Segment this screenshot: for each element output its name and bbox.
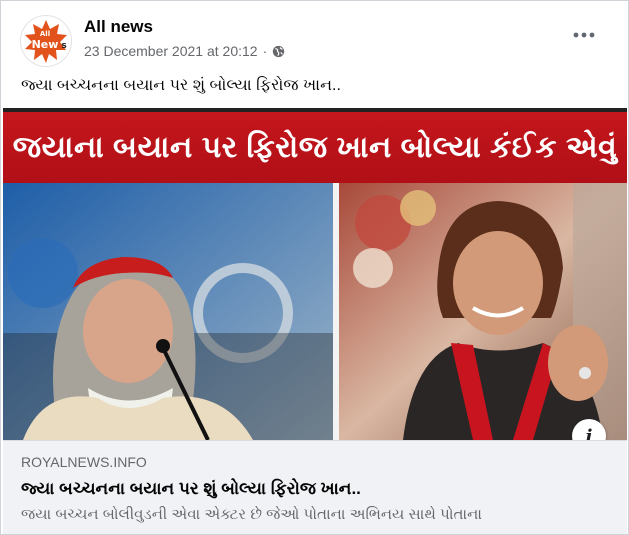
more-horizontal-icon	[573, 32, 595, 38]
svg-text:New: New	[32, 38, 59, 51]
page-avatar[interactable]: All New s	[20, 15, 72, 67]
link-title[interactable]: જ્યા બચ્ચનના બયાન પર શું બોલ્યા ફિરોજ ખા…	[21, 479, 361, 499]
link-domain: ROYALNEWS.INFO	[21, 454, 147, 470]
news-photo-collage	[3, 183, 627, 440]
all-news-logo-icon: All New s	[21, 16, 71, 66]
more-options-button[interactable]	[569, 23, 599, 47]
page-name-link[interactable]: All news	[84, 17, 153, 37]
post-meta: 23 December 2021 at 20:12 ·	[84, 43, 285, 59]
post-timestamp[interactable]: 23 December 2021 at 20:12	[84, 43, 258, 59]
headline-banner: જયાના બયાન પર ફિરોજ ખાન બોલ્યા કંઈક એવું	[3, 112, 627, 183]
headline-banner-text: જયાના બયાન પર ફિરોજ ખાન બોલ્યા કંઈક એવું	[12, 130, 618, 164]
link-preview-footer[interactable]: ROYALNEWS.INFO જ્યા બચ્ચનના બયાન પર શું …	[3, 440, 627, 534]
svg-text:s: s	[61, 41, 66, 51]
post-message: જ્યા બચ્ચનના બયાન પર શું બોલ્યા ફિરોજ ખા…	[21, 77, 341, 94]
link-preview-image[interactable]: જયાના બયાન પર ફિરોજ ખાન બોલ્યા કંઈક એવું	[3, 108, 627, 440]
post-card: All New s All news 23 December 2021 at 2…	[0, 0, 629, 535]
meta-separator: ·	[262, 43, 268, 59]
globe-icon	[273, 45, 285, 57]
svg-text:All: All	[40, 30, 50, 38]
link-description: જયા બચ્ચન બોલીવુડની એવા એક્ટર છે જેઓ પોત…	[21, 506, 482, 523]
